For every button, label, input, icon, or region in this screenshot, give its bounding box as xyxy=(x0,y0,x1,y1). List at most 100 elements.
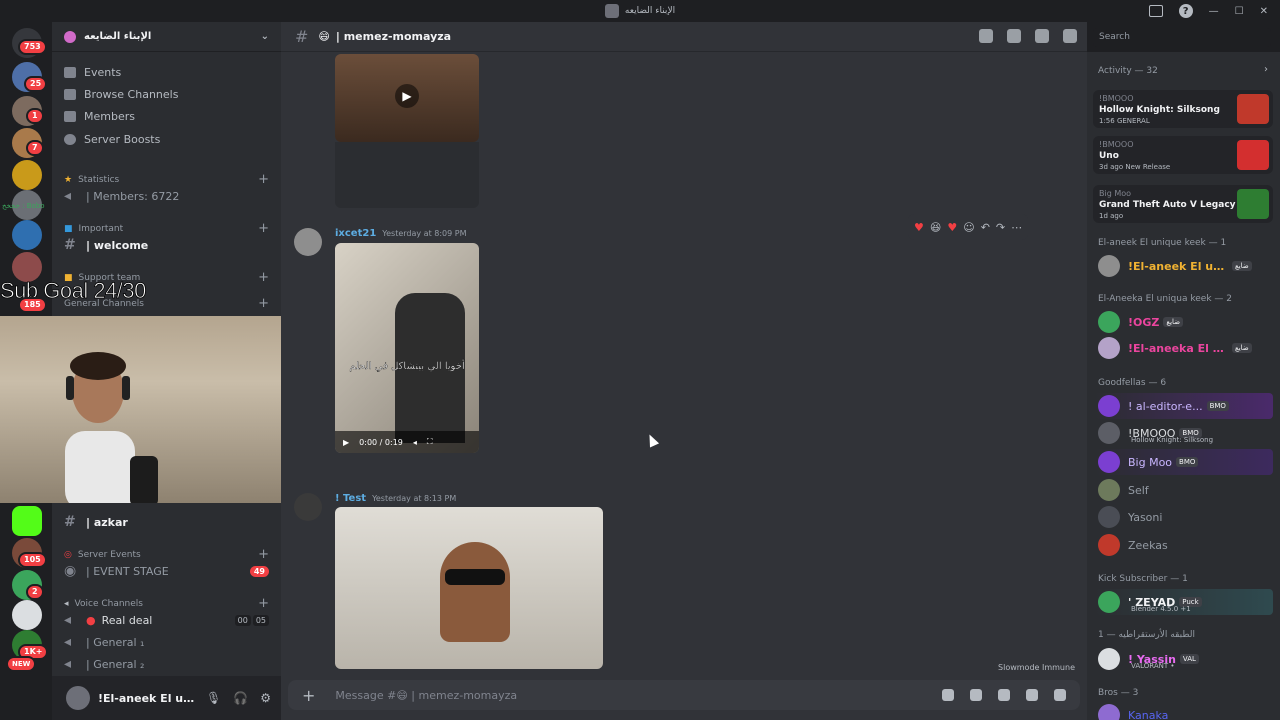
add-channel-icon[interactable]: + xyxy=(258,172,269,187)
member-item[interactable]: Self xyxy=(1095,477,1273,503)
member-name: Zeekas xyxy=(1128,538,1168,552)
member-status: Blender 4.5.0 +1 xyxy=(1131,605,1191,613)
play-icon[interactable]: ▶ xyxy=(343,438,349,447)
calendar-icon xyxy=(64,67,76,78)
server-icon[interactable] xyxy=(12,160,42,190)
category-important[interactable]: ■ Important + xyxy=(64,221,269,236)
member-list-icon[interactable] xyxy=(1063,29,1077,43)
apps-icon[interactable] xyxy=(1054,689,1066,701)
member-item[interactable]: ! al-editor-e... BMO xyxy=(1095,393,1273,419)
guild-header[interactable]: الإبناء الضايعه ⌄ xyxy=(52,22,281,52)
message-input[interactable]: Message #😄 | memez-momayza xyxy=(335,689,517,702)
avatar[interactable] xyxy=(294,228,322,256)
nav-server-boosts[interactable]: Server Boosts xyxy=(64,133,160,146)
category-server-events[interactable]: ◎ Server Events + xyxy=(64,547,269,562)
add-channel-icon[interactable]: + xyxy=(258,596,269,611)
avatar[interactable] xyxy=(66,686,90,710)
forward-icon[interactable]: ↷ xyxy=(996,221,1005,234)
category-statistics[interactable]: ★ Statistics + xyxy=(64,172,269,187)
add-channel-icon[interactable]: + xyxy=(258,221,269,236)
channel-welcome[interactable]: # | welcome xyxy=(64,235,269,255)
chat-area: # 😄 | memez-momayza ▶ ♥ 😆 ♥ ☺ ↶ ↷ ⋯ ixce… xyxy=(281,22,1087,720)
nav-browse-channels[interactable]: Browse Channels xyxy=(64,88,178,101)
channel-event-stage[interactable]: ◉ | EVENT STAGE 49 xyxy=(64,561,269,581)
fullscreen-icon[interactable]: ⛶ xyxy=(427,437,433,447)
channel-name: | General ₁ xyxy=(86,635,145,649)
gif-icon[interactable] xyxy=(970,689,982,701)
activity-card[interactable]: !BMOOO Hollow Knight: Silksong 1:56 GENE… xyxy=(1093,90,1273,128)
add-channel-icon[interactable]: + xyxy=(258,270,269,285)
unread-badge: 753 xyxy=(18,39,47,55)
pin-icon[interactable] xyxy=(1035,29,1049,43)
member-item[interactable]: ! Yassin VAL VALORANT • xyxy=(1095,646,1273,672)
sticker-icon[interactable] xyxy=(998,689,1010,701)
reply-icon[interactable]: ↶ xyxy=(981,221,990,234)
member-item[interactable]: !OGZ ضايع xyxy=(1095,309,1273,335)
activity-card[interactable]: Big Moo Grand Theft Auto V Legacy 1d ago xyxy=(1093,185,1273,223)
eye-server-icon[interactable] xyxy=(12,600,42,630)
gift-icon[interactable] xyxy=(942,689,954,701)
member-tag: ضايع xyxy=(1232,261,1252,271)
member-item[interactable]: Zeekas xyxy=(1095,532,1273,558)
member-item[interactable]: Yasoni xyxy=(1095,504,1273,530)
voice-channel-general-1[interactable]: ◂ | General ₁ xyxy=(64,632,269,652)
voice-channel-real-deal[interactable]: ◂ ● Real deal 00 05 xyxy=(64,610,269,630)
username[interactable]: !El-aneek El unique... xyxy=(98,692,198,705)
microphone-icon[interactable]: 🎙 xyxy=(206,691,221,705)
video-attachment[interactable]: ▶ xyxy=(335,54,479,142)
video-attachment[interactable]: أخويا الي بيتشاكل في الحلم ▶ 0:00 / 0:19… xyxy=(335,243,479,453)
avatar xyxy=(1098,451,1120,473)
nav-members[interactable]: Members xyxy=(64,110,135,123)
avatar[interactable] xyxy=(294,493,322,521)
author-name[interactable]: ixcet21 xyxy=(335,228,376,239)
emoji-icon[interactable] xyxy=(1026,689,1038,701)
member-item[interactable]: ' ZEYAD Puck Blender 4.5.0 +1 xyxy=(1095,589,1273,615)
member-item[interactable]: !BMOOO BMO Hollow Knight: Silksong xyxy=(1095,420,1273,446)
help-icon[interactable]: ? xyxy=(1178,4,1193,18)
bell-icon[interactable] xyxy=(1007,29,1021,43)
minimize-button[interactable]: — xyxy=(1209,6,1219,17)
chevron-down-icon[interactable]: ⌄ xyxy=(261,31,269,42)
volume-icon[interactable]: ◂ xyxy=(413,438,417,447)
member-item[interactable]: !El-aneeka El uniq... ضايع xyxy=(1095,335,1273,361)
author-name[interactable]: ! Test xyxy=(335,493,366,504)
broken-heart-reaction[interactable]: ♥ xyxy=(947,221,957,234)
more-icon[interactable]: ⋯ xyxy=(1011,221,1022,234)
inbox-icon[interactable] xyxy=(1148,5,1163,17)
member-item[interactable]: !El-aneek El uniqu... ضايع xyxy=(1095,253,1273,279)
kick-server-icon[interactable] xyxy=(12,506,42,536)
maximize-button[interactable]: ☐ xyxy=(1235,6,1244,17)
message-composer[interactable]: + Message #😄 | memez-momayza xyxy=(288,680,1080,710)
image-attachment[interactable] xyxy=(335,507,603,669)
add-channel-icon[interactable]: + xyxy=(258,547,269,562)
headphones-icon[interactable]: 🎧 xyxy=(233,691,248,705)
activity-card[interactable]: !BMOOO Uno 3d ago New Release xyxy=(1093,136,1273,174)
member-item[interactable]: Big Moo BMO xyxy=(1095,449,1273,475)
add-attachment-icon[interactable]: + xyxy=(302,686,315,705)
member-tag: BMO xyxy=(1176,457,1199,467)
channel-name: | Members: 6722 xyxy=(86,189,180,203)
nav-events[interactable]: Events xyxy=(64,66,121,79)
server-icon[interactable] xyxy=(12,220,42,250)
message-author[interactable]: ixcet21 Yesterday at 8:09 PM xyxy=(335,228,467,239)
voice-channel-general-2[interactable]: ◂ | General ₂ xyxy=(64,654,269,674)
threads-icon[interactable] xyxy=(979,29,993,43)
member-item[interactable]: Kanaka xyxy=(1095,702,1273,720)
search-input[interactable]: Search xyxy=(1093,28,1271,47)
channel-azkar[interactable]: # | azkar xyxy=(64,512,269,532)
play-icon[interactable]: ▶ xyxy=(395,84,419,108)
gear-icon[interactable]: ⚙ xyxy=(260,691,271,705)
channel-members-count[interactable]: ◂ | Members: 6722 xyxy=(64,186,269,206)
window-titlebar: الإبناء الضايعه xyxy=(0,0,1280,22)
message-actions: ♥ 😆 ♥ ☺ ↶ ↷ ⋯ xyxy=(908,214,1029,240)
add-reaction-icon[interactable]: ☺ xyxy=(963,221,974,234)
add-channel-icon[interactable]: + xyxy=(258,296,269,311)
chevron-right-icon[interactable]: › xyxy=(1264,64,1268,75)
message-author[interactable]: ! Test Yesterday at 8:13 PM xyxy=(335,493,456,504)
slowmode-label: Slowmode Immune xyxy=(998,663,1075,672)
category-voice-channels[interactable]: ◂ Voice Channels + xyxy=(64,596,269,611)
heart-reaction[interactable]: ♥ xyxy=(914,221,924,234)
grin-reaction[interactable]: 😆 xyxy=(930,221,941,234)
close-button[interactable]: ✕ xyxy=(1260,6,1268,17)
speaker-icon: ◂ xyxy=(64,188,72,204)
